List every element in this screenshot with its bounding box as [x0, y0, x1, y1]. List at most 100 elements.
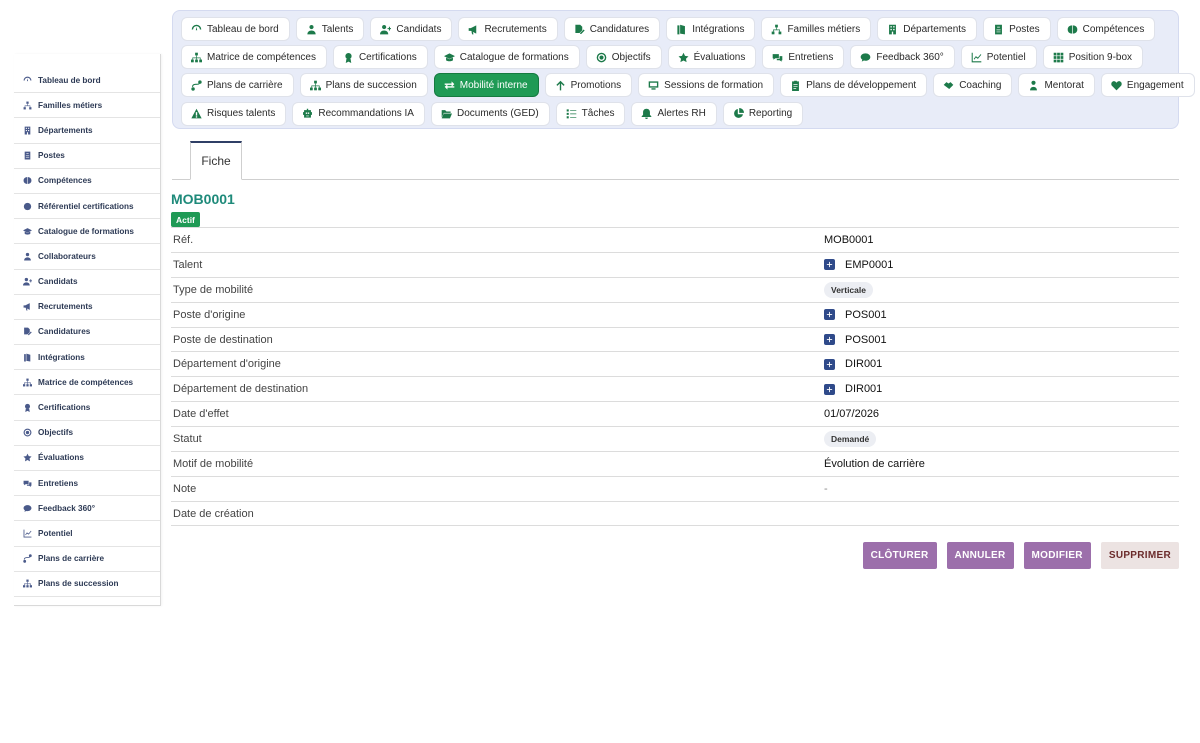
nav-certifications-button[interactable]: Certifications [332, 45, 428, 70]
field-value: - [824, 482, 828, 495]
nav-button-label: Position 9-box [1068, 51, 1133, 63]
sidebar-item-candidats[interactable]: Candidats [14, 270, 160, 295]
nav-button-label: Certifications [358, 51, 417, 63]
nav-competences-button[interactable]: Compétences [1056, 17, 1156, 41]
nav-familles-metiers-button[interactable]: Familles métiers [761, 17, 872, 41]
nav-engagement-button[interactable]: Engagement [1100, 73, 1195, 98]
sidebar-item-potentiel[interactable]: Potentiel [14, 521, 160, 547]
nav-tableau-de-bord-button[interactable]: Tableau de bord [181, 17, 290, 41]
field-label: Département de destination [173, 383, 309, 396]
cancel-button[interactable]: ANNULER [946, 542, 1014, 569]
sidebar-item-certifications[interactable]: Certifications [14, 395, 160, 421]
certificate-icon [22, 201, 32, 211]
nav-plans-de-carriere-button[interactable]: Plans de carrière [181, 73, 294, 98]
nav-integrations-button[interactable]: Intégrations [666, 17, 756, 41]
nav-button-label: Alertes RH [657, 108, 706, 120]
sidebar-item-label: Candidats [38, 277, 78, 287]
sidebar-item-feedback-360[interactable]: Feedback 360° [14, 496, 160, 522]
nav-risques-talents-button[interactable]: Risques talents [181, 101, 287, 126]
nav-coaching-button[interactable]: Coaching [933, 73, 1013, 98]
field-value[interactable]: EMP0001 [845, 259, 893, 271]
nav-position-9-box-button[interactable]: Position 9-box [1042, 45, 1144, 70]
sidebar-item-plans-de-carriere[interactable]: Plans de carrière [14, 547, 160, 572]
nav-plans-de-succession-button[interactable]: Plans de succession [299, 73, 428, 98]
nav-button-label: Sessions de formation [664, 79, 764, 91]
nav-button-label: Compétences [1082, 23, 1145, 35]
nav-button-label: Candidats [396, 23, 442, 35]
sidebar-item-entretiens[interactable]: Entretiens [14, 471, 160, 497]
nav-feedback-360-button[interactable]: Feedback 360° [850, 45, 955, 70]
nav-reporting-button[interactable]: Reporting [722, 101, 804, 126]
sidebar-item-departements[interactable]: Départements [14, 118, 160, 144]
nav-sessions-de-formation-button[interactable]: Sessions de formation [638, 73, 775, 98]
open-record-icon[interactable] [824, 334, 835, 346]
nav-documents-ged-button[interactable]: Documents (GED) [430, 101, 550, 126]
sidebar-item-integrations[interactable]: Intégrations [14, 345, 160, 371]
nav-postes-button[interactable]: Postes [983, 17, 1051, 41]
nav-alertes-rh-button[interactable]: Alertes RH [631, 101, 717, 126]
sidebar-item-label: Familles métiers [38, 100, 103, 110]
nav-potentiel-button[interactable]: Potentiel [960, 45, 1037, 70]
sidebar-item-tableau-de-bord[interactable]: Tableau de bord [14, 68, 160, 94]
sidebar-item-familles-metiers[interactable]: Familles métiers [14, 93, 160, 119]
field-value[interactable]: POS001 [845, 309, 887, 321]
nav-row: Risques talents Recommandations IA Documen… [181, 101, 1178, 126]
nav-recrutements-button[interactable]: Recrutements [458, 17, 558, 41]
nav-plans-de-developpement-button[interactable]: Plans de développement [780, 73, 928, 98]
sidebar-item-matrice-de-competences[interactable]: Matrice de compétences [14, 370, 160, 396]
nav-candidatures-button[interactable]: Candidatures [563, 17, 661, 41]
nav-talents-button[interactable]: Talents [295, 17, 365, 41]
field-label: Statut [173, 433, 202, 446]
field-row-type-de-mobilite: Type de mobilité Verticale [171, 276, 1179, 302]
nav-mobilite-interne-button[interactable]: Mobilité interne [433, 73, 539, 98]
nav-button-label: Plans de succession [325, 79, 417, 91]
field-value[interactable]: POS001 [845, 334, 887, 346]
sidebar-item-collaborateurs[interactable]: Collaborateurs [14, 244, 160, 270]
sidebar-item-postes[interactable]: Postes [14, 144, 160, 169]
sidebar-item-catalogue-de-formations[interactable]: Catalogue de formations [14, 219, 160, 245]
tab-fiche[interactable]: Fiche [190, 141, 242, 180]
nav-evaluations-button[interactable]: Évaluations [667, 45, 757, 70]
sidebar-item-candidatures[interactable]: Candidatures [14, 320, 160, 346]
nav-recommandations-ia-button[interactable]: Recommandations IA [292, 101, 425, 126]
field-value[interactable]: DIR001 [845, 358, 882, 370]
delete-button[interactable]: SUPPRIMER [1100, 542, 1179, 569]
open-record-icon[interactable] [824, 259, 835, 271]
sidebar-item-objectifs[interactable]: Objectifs [14, 421, 160, 446]
sidebar-item-recrutements[interactable]: Recrutements [14, 295, 160, 320]
nav-candidats-button[interactable]: Candidats [370, 17, 453, 41]
nav-matrice-de-competences-button[interactable]: Matrice de compétences [181, 45, 327, 70]
open-record-icon[interactable] [824, 358, 835, 370]
nav-departements-button[interactable]: Départements [877, 17, 978, 41]
close-button[interactable]: CLÔTURER [862, 542, 937, 569]
user-icon [22, 251, 32, 261]
sidebar-item-referentiel-certifications[interactable]: Référentiel certifications [14, 194, 160, 220]
user-plus-icon [380, 24, 392, 35]
sidebar-item-competences[interactable]: Compétences [14, 169, 160, 194]
nav-button-label: Évaluations [693, 51, 746, 63]
star-half-icon [678, 52, 689, 63]
edit-button[interactable]: MODIFIER [1023, 542, 1091, 569]
field-value-link[interactable]: POS001 [824, 309, 887, 321]
nav-catalogue-de-formations-button[interactable]: Catalogue de formations [433, 45, 580, 70]
sidebar-item-evaluations[interactable]: Évaluations [14, 446, 160, 471]
sidebar-item-plans-de-succession[interactable]: Plans de succession [14, 572, 160, 597]
nav-taches-button[interactable]: Tâches [555, 101, 626, 126]
open-record-icon[interactable] [824, 309, 835, 321]
sidebar-item-label: Départements [38, 125, 93, 135]
arrow-up-icon [555, 80, 566, 91]
field-value-link[interactable]: POS001 [824, 334, 887, 346]
field-value-link[interactable]: EMP0001 [824, 259, 893, 271]
open-record-icon[interactable] [824, 383, 835, 395]
nav-mentorat-button[interactable]: Mentorat [1018, 73, 1095, 98]
nav-button-label: Tâches [581, 108, 615, 120]
nav-entretiens-button[interactable]: Entretiens [762, 45, 845, 70]
nav-objectifs-button[interactable]: Objectifs [585, 45, 662, 70]
sidebar-item-s[interactable]: S... [14, 597, 160, 606]
nav-promotions-button[interactable]: Promotions [544, 73, 633, 98]
field-value-link[interactable]: DIR001 [824, 358, 882, 370]
field-label: Type de mobilité [173, 283, 254, 296]
field-value[interactable]: DIR001 [845, 383, 882, 395]
clipboard-icon [790, 80, 801, 91]
field-value-link[interactable]: DIR001 [824, 383, 882, 395]
